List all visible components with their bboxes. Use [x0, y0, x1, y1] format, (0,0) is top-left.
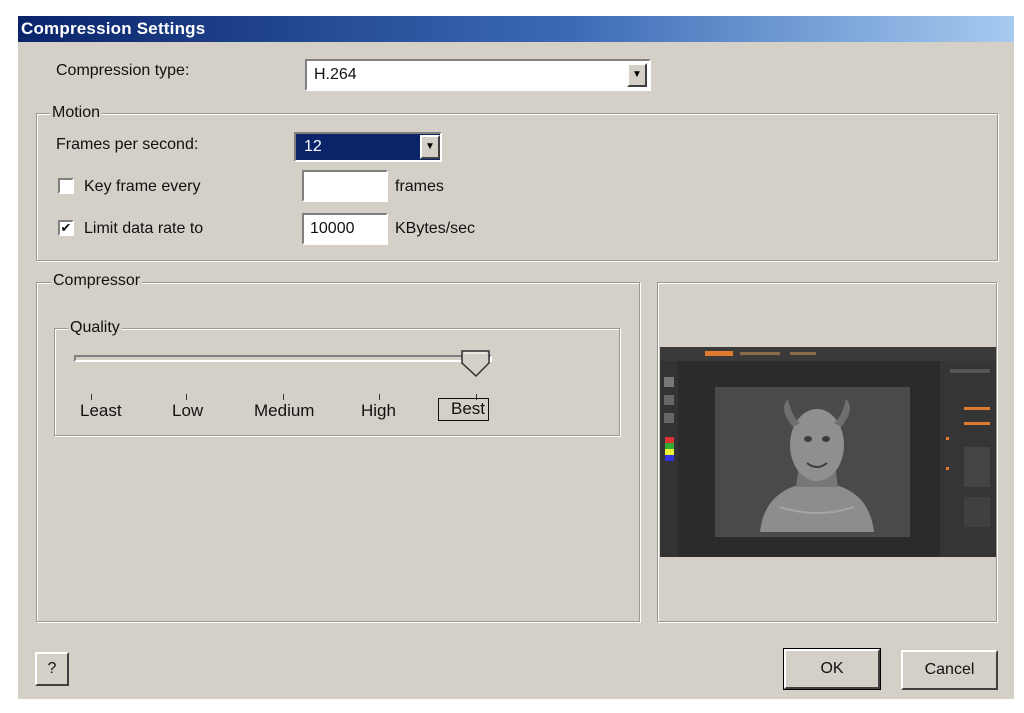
compressor-group-title: Compressor: [51, 272, 143, 290]
cancel-button[interactable]: Cancel: [901, 650, 998, 690]
3d-bust-preview-thumbnail: [660, 347, 996, 557]
compression-settings-dialog: Compression Settings Compression type: H…: [18, 16, 1014, 699]
window-title: Compression Settings: [21, 19, 206, 38]
compression-type-label: Compression type:: [56, 62, 190, 79]
quality-level-best: Best: [438, 398, 490, 421]
check-mark-icon: ✔: [60, 220, 72, 235]
quality-level-high: High: [361, 401, 396, 420]
compression-type-value: H.264: [314, 66, 357, 83]
limit-data-rate-checkbox[interactable]: ✔: [58, 220, 74, 236]
slider-thumb[interactable]: [460, 350, 492, 378]
fps-dropdown[interactable]: 12 ▼: [294, 132, 442, 162]
help-button[interactable]: ?: [35, 652, 69, 686]
slider-track[interactable]: [74, 355, 492, 362]
motion-group-title: Motion: [50, 104, 103, 122]
ok-button[interactable]: OK: [783, 648, 881, 690]
keyframe-input[interactable]: [302, 170, 388, 202]
tick-mark: [379, 394, 380, 400]
ok-button-label: OK: [820, 660, 844, 677]
limit-data-rate-input[interactable]: 10000: [302, 213, 388, 245]
tick-mark: [283, 394, 284, 400]
quality-level-least: Least: [80, 401, 122, 420]
tick-mark: [186, 394, 187, 400]
quality-group-title: Quality: [68, 319, 122, 337]
keyframe-unit: frames: [395, 178, 444, 195]
tick-mark: [91, 394, 92, 400]
limit-data-rate-unit: KBytes/sec: [395, 220, 476, 237]
limit-data-rate-label: Limit data rate to: [84, 220, 204, 237]
fps-value: 12: [304, 138, 322, 155]
quality-level-low: Low: [172, 401, 204, 420]
quality-group: [54, 328, 620, 436]
help-icon: ?: [47, 660, 57, 677]
fps-label: Frames per second:: [56, 136, 199, 153]
limit-data-rate-value: 10000: [310, 220, 355, 237]
quality-level-medium: Medium: [254, 401, 315, 420]
chevron-down-icon[interactable]: ▼: [627, 63, 647, 87]
keyframe-label: Key frame every: [84, 178, 201, 195]
chevron-down-icon[interactable]: ▼: [420, 135, 440, 159]
cancel-button-label: Cancel: [924, 661, 975, 678]
ok-button-face[interactable]: OK: [784, 649, 880, 689]
compression-type-dropdown[interactable]: H.264 ▼: [305, 59, 651, 91]
title-bar[interactable]: Compression Settings: [18, 16, 1014, 42]
keyframe-checkbox[interactable]: [58, 178, 74, 194]
preview-image: [660, 347, 996, 557]
